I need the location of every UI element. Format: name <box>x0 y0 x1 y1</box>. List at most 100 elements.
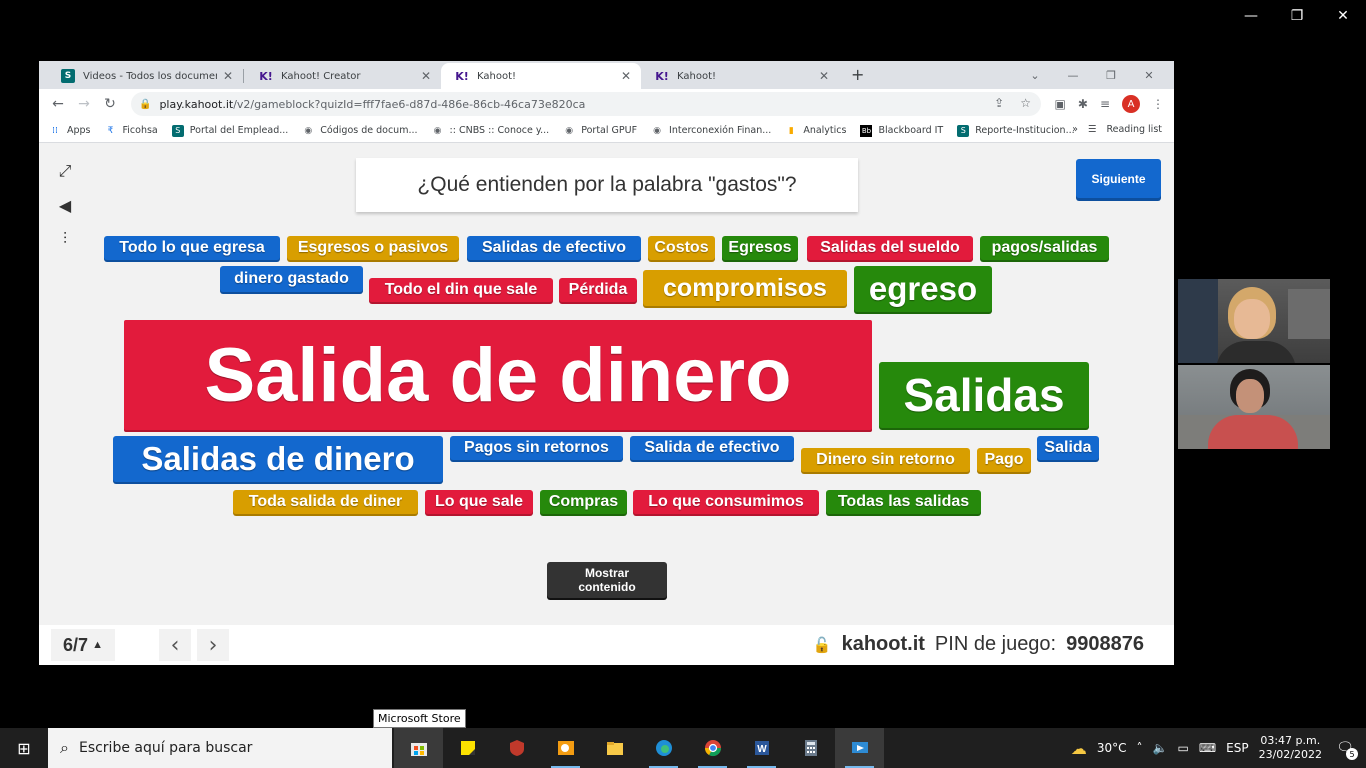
tab-videos[interactable]: S Videos - Todos los documentos ✕ <box>47 63 243 89</box>
menu-icon[interactable]: ⋮ <box>1152 97 1164 111</box>
settings-sliders-icon[interactable]: ⫶ <box>53 229 77 249</box>
clock[interactable]: 03:47 p.m. 23/02/2022 <box>1259 734 1322 762</box>
reading-list-button[interactable]: Reading list <box>1106 124 1162 135</box>
kahoot-footer: 6/7 ▲ ‹ › 🔓 kahoot.it PIN de juego: 99088… <box>39 625 1174 665</box>
svg-text:W: W <box>757 744 767 755</box>
fullscreen-icon[interactable]: ⤢ <box>53 161 77 181</box>
bookmark-label: Analytics <box>803 125 847 136</box>
toolbar-extensions: ▣ ✱ ≡ A ⋮ <box>1055 95 1164 113</box>
search-placeholder: Escribe aquí para buscar <box>78 740 253 756</box>
close-tab-icon[interactable]: ✕ <box>621 69 631 83</box>
network-icon[interactable]: ▭ <box>1177 741 1188 755</box>
tab-label: Videos - Todos los documentos <box>83 70 217 82</box>
edge-icon[interactable] <box>639 728 688 768</box>
bookmark-analytics[interactable]: ▮ Analytics <box>785 125 847 137</box>
reading-list-icon: ☰ <box>1087 124 1097 135</box>
tooltip: Microsoft Store <box>373 709 466 728</box>
previous-arrow-icon[interactable]: ‹ <box>159 629 191 661</box>
kahoot-site: kahoot.it <box>841 633 925 655</box>
extensions-icon[interactable]: ✱ <box>1078 97 1088 111</box>
show-content-button[interactable]: Mostrar contenido <box>547 562 667 598</box>
calculator-icon[interactable] <box>786 728 835 768</box>
bookmark-reporte[interactable]: S Reporte-Institucion... <box>957 124 1075 137</box>
word-todas-las-salidas: Todas las salidas <box>826 490 981 514</box>
bookmark-interconexion[interactable]: ◉ Interconexión Finan... <box>651 125 771 137</box>
media-icon[interactable]: ≡ <box>1100 97 1110 111</box>
taskbar-search[interactable]: ⌕ Escribe aquí para buscar <box>48 728 392 768</box>
restore-icon[interactable]: ❐ <box>1274 4 1320 28</box>
remote-desktop-icon[interactable] <box>835 728 884 768</box>
microsoft-store-icon[interactable] <box>394 728 443 768</box>
apps-grid-icon: ⁞⁞ <box>52 125 58 136</box>
bookmark-blackboard[interactable]: Bb Blackboard IT <box>860 124 944 137</box>
notification-count: 5 <box>1346 748 1358 760</box>
caret-up-icon: ▲ <box>92 639 103 651</box>
lock-icon: 🔒 <box>139 98 152 110</box>
bookmark-label: Interconexión Finan... <box>669 125 772 136</box>
tab-kahoot-active[interactable]: K! Kahoot! ✕ <box>441 63 641 89</box>
word-egresos: Egresos <box>722 236 798 260</box>
bookmark-portal-gpuf[interactable]: ◉ Portal GPUF <box>563 125 637 137</box>
bookmarks-overflow-icon[interactable]: » <box>1072 124 1078 135</box>
word-salidas-de-efectivo: Salidas de efectivo <box>467 236 641 260</box>
globe-icon: ◉ <box>565 125 574 136</box>
security-app-icon[interactable] <box>492 728 541 768</box>
word-icon[interactable]: W <box>737 728 786 768</box>
notification-center-icon[interactable]: 🗨 5 <box>1332 736 1358 760</box>
tab-label: Kahoot! <box>677 70 717 82</box>
chevron-up-icon[interactable]: ˄ <box>1137 741 1143 755</box>
close-tab-icon[interactable]: ✕ <box>819 69 829 83</box>
bookmark-ficohsa[interactable]: ₹ Ficohsa <box>105 125 158 137</box>
tab-divider <box>243 69 244 83</box>
forward-icon[interactable]: → <box>71 96 97 112</box>
bookmark-apps[interactable]: ⁞⁞ Apps <box>49 125 90 137</box>
volume-icon[interactable]: ◀ <box>53 195 77 215</box>
restore-icon[interactable]: ❐ <box>1092 65 1130 85</box>
tab-kahoot[interactable]: K! Kahoot! ✕ <box>641 63 839 89</box>
lock-icon: 🔓 <box>812 636 832 654</box>
close-tab-icon[interactable]: ✕ <box>223 69 233 83</box>
file-explorer-icon[interactable] <box>590 728 639 768</box>
close-icon[interactable]: ✕ <box>1130 65 1168 85</box>
next-button[interactable]: Siguiente <box>1076 159 1161 198</box>
sticky-notes-icon[interactable] <box>443 728 492 768</box>
new-tab-icon[interactable]: + <box>851 65 864 84</box>
minimize-icon[interactable]: — <box>1228 4 1274 28</box>
sharepoint-icon: S <box>171 124 184 137</box>
input-indicator-icon[interactable]: ⌨ <box>1199 741 1216 755</box>
kahoot-icon: K! <box>259 69 273 83</box>
kahoot-icon: K! <box>655 69 669 83</box>
reload-icon[interactable]: ↻ <box>97 96 123 112</box>
bookmark-codigos[interactable]: ◉ Códigos de docum... <box>302 125 417 137</box>
clock-date: 23/02/2022 <box>1258 748 1322 761</box>
outlook-icon[interactable] <box>541 728 590 768</box>
chrome-icon[interactable] <box>688 728 737 768</box>
windows-start-icon[interactable]: ⊞ <box>0 728 48 768</box>
minimize-icon[interactable]: — <box>1054 65 1092 85</box>
next-arrow-icon[interactable]: › <box>197 629 229 661</box>
word-pagos-sin-retornos: Pagos sin retornos <box>450 436 623 460</box>
word-costos: Costos <box>648 236 715 260</box>
close-tab-icon[interactable]: ✕ <box>421 69 431 83</box>
bookmark-label: Portal del Emplead... <box>189 125 289 136</box>
language-indicator[interactable]: ESP <box>1226 741 1248 755</box>
address-bar[interactable]: 🔒 play.kahoot.it/v2/gameblock?quizId=fff… <box>131 92 1041 116</box>
pocket-icon[interactable]: ▣ <box>1055 97 1066 111</box>
close-icon[interactable]: ✕ <box>1320 4 1366 28</box>
tab-kahoot-creator[interactable]: K! Kahoot! Creator ✕ <box>245 63 441 89</box>
bookmark-label: Blackboard IT <box>878 125 944 136</box>
bookmark-star-icon[interactable]: ☆ <box>1020 96 1031 110</box>
kahoot-word-cloud: ⤢ ◀ ⫶ ¿Qué entienden por la palabra "gas… <box>39 143 1174 665</box>
back-icon[interactable]: ← <box>45 96 71 112</box>
bookmark-cnbs[interactable]: ◉:: CNBS :: Conoce y... <box>432 125 550 137</box>
avatar[interactable]: A <box>1122 95 1140 113</box>
question-counter[interactable]: 6/7 ▲ <box>51 629 115 661</box>
ficohsa-icon: ₹ <box>107 125 114 136</box>
browser-toolbar: ← → ↻ 🔒 play.kahoot.it/v2/gameblock?quiz… <box>39 89 1174 119</box>
chevron-down-icon[interactable]: ⌄ <box>1016 65 1054 85</box>
share-icon[interactable]: ⇪ <box>994 96 1004 110</box>
volume-icon[interactable]: 🔈 <box>1153 741 1168 755</box>
weather-temperature[interactable]: 30°C <box>1097 741 1127 755</box>
bookmark-label: Ficohsa <box>122 125 158 136</box>
bookmark-portal-empleado[interactable]: S Portal del Emplead... <box>171 124 289 137</box>
